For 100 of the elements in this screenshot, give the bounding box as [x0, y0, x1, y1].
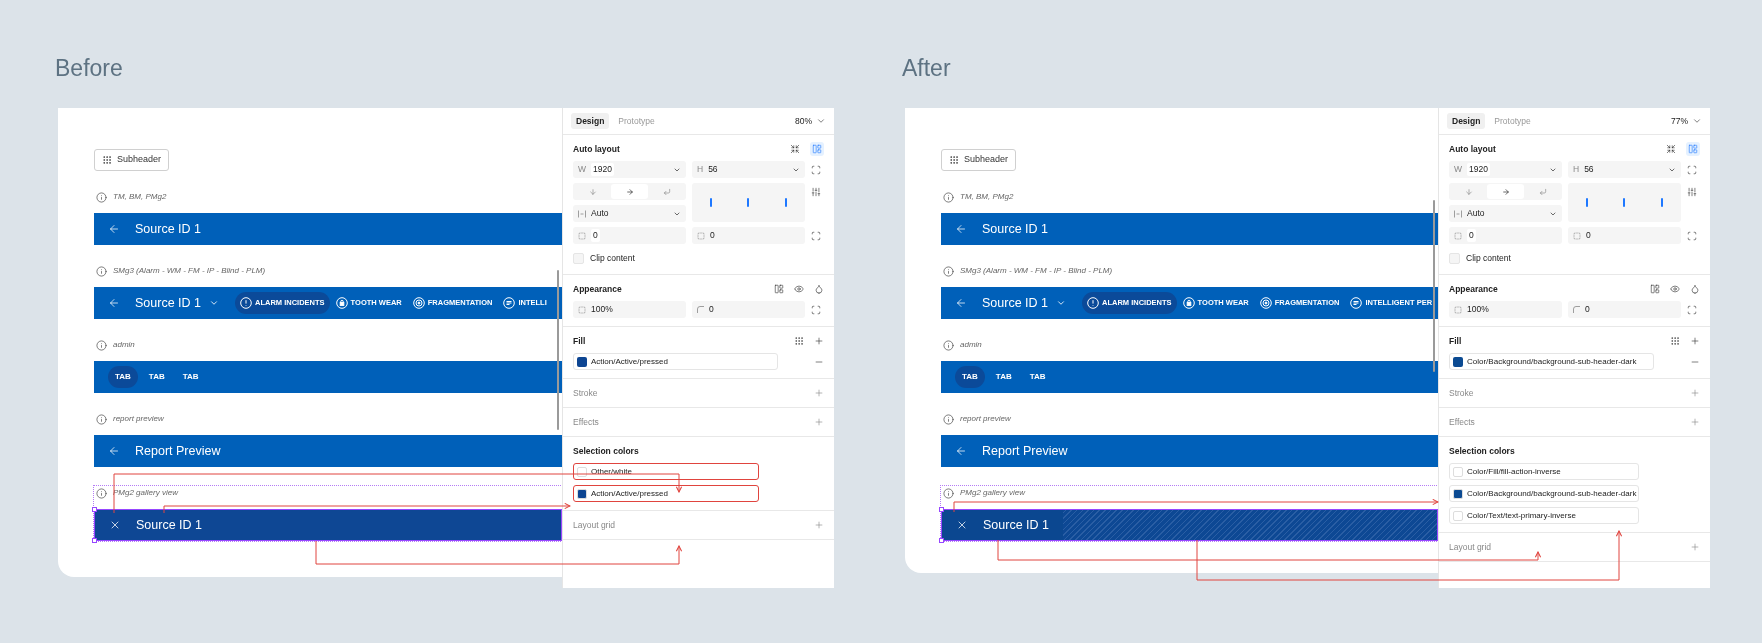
info-icon — [96, 413, 107, 425]
corners-icon[interactable] — [811, 304, 821, 315]
component-chip[interactable]: Subheader — [94, 149, 170, 171]
gap-icon — [578, 231, 586, 240]
color-style-field[interactable]: Other/white — [573, 463, 759, 480]
scrollbar[interactable] — [557, 270, 559, 430]
opacity-icon — [578, 305, 586, 314]
close-icon[interactable] — [109, 519, 121, 531]
lock-icon — [335, 297, 348, 309]
plus-icon[interactable] — [814, 520, 824, 530]
info-icon — [96, 339, 107, 351]
plus-icon[interactable] — [1690, 417, 1700, 427]
chevron-down-icon[interactable] — [209, 298, 219, 308]
eye-icon[interactable] — [1670, 284, 1680, 294]
info-icon — [96, 487, 107, 499]
styles-icon[interactable] — [794, 336, 804, 346]
color-style-field[interactable]: Color/Fill/fill-action-inverse — [1449, 463, 1639, 480]
section-title: Effects — [573, 415, 599, 429]
resize-handle[interactable] — [92, 507, 97, 512]
mode-icon[interactable] — [774, 284, 784, 294]
color-style-field[interactable]: Action/Active/pressed — [573, 485, 759, 502]
resize-handle[interactable] — [92, 538, 97, 543]
checkbox[interactable] — [1449, 252, 1460, 264]
list-icon — [1350, 297, 1363, 309]
sliders-icon[interactable] — [811, 186, 821, 197]
variant-note: report preview — [113, 413, 164, 425]
panel-tab[interactable]: Design — [571, 112, 610, 130]
section-title: Fill — [573, 334, 586, 348]
zoom-level[interactable]: 77% — [1671, 114, 1688, 128]
sizing-field[interactable]: Auto — [573, 205, 686, 222]
height-field[interactable]: H 56 — [1568, 161, 1681, 178]
sizing-field[interactable]: Auto — [1449, 205, 1562, 222]
plus-icon[interactable] — [1690, 336, 1700, 346]
tab[interactable]: TAB — [175, 366, 206, 388]
resize-icon[interactable] — [1687, 164, 1697, 175]
header-title: Report Preview — [135, 442, 221, 460]
fill-style-field[interactable]: Color/Background/background-sub-header-dark — [1449, 353, 1654, 370]
radius-field[interactable]: 0 — [1568, 301, 1681, 318]
resize-handle[interactable] — [939, 538, 944, 543]
padding-field[interactable]: 0 — [1568, 227, 1681, 244]
resize-icon[interactable] — [811, 164, 821, 175]
opacity-field[interactable]: 100% — [573, 301, 686, 318]
back-arrow-icon[interactable] — [108, 223, 120, 235]
gap-field[interactable]: 0 — [1449, 227, 1562, 244]
corners-icon[interactable] — [1687, 304, 1697, 315]
tab[interactable]: TAB — [108, 366, 138, 388]
back-arrow-icon[interactable] — [955, 223, 967, 235]
plus-icon[interactable] — [1690, 542, 1700, 552]
padding-icon[interactable] — [1687, 230, 1697, 241]
back-arrow-icon[interactable] — [955, 445, 967, 457]
plus-icon[interactable] — [814, 388, 824, 398]
variant-note: SMg3 (Alarm - WM - FM - IP - Blind - PLM) — [960, 265, 1113, 277]
tab[interactable]: TAB — [1022, 366, 1053, 388]
checkbox-label: Clip content — [590, 251, 635, 265]
plus-icon[interactable] — [1690, 388, 1700, 398]
tab[interactable]: TAB — [988, 366, 1019, 388]
color-style-field[interactable]: Color/Text/text-primary-inverse — [1449, 507, 1639, 524]
gap-icon — [1454, 231, 1462, 240]
back-arrow-icon[interactable] — [108, 445, 120, 457]
layout-icon[interactable] — [810, 142, 824, 156]
back-arrow-icon[interactable] — [955, 297, 967, 309]
mode-icon[interactable] — [1650, 284, 1660, 294]
panel-tab[interactable]: Design — [1447, 112, 1486, 130]
fill-style-field[interactable]: Action/Active/pressed — [573, 353, 778, 370]
padding-icon[interactable] — [811, 230, 821, 241]
back-arrow-icon[interactable] — [108, 297, 120, 309]
scrollbar[interactable] — [1433, 200, 1435, 372]
component-chip[interactable]: Subheader — [941, 149, 1017, 171]
resize-handle[interactable] — [939, 507, 944, 512]
height-field[interactable]: H 56 — [692, 161, 805, 178]
info-icon — [943, 191, 954, 203]
tab[interactable]: TAB — [141, 366, 172, 388]
close-icon[interactable] — [956, 519, 968, 531]
droplet-icon[interactable] — [814, 284, 824, 294]
tab[interactable]: TAB — [955, 366, 985, 388]
lock-icon — [1182, 297, 1195, 309]
header-title: Source ID 1 — [136, 516, 202, 534]
gap-field[interactable]: 0 — [573, 227, 686, 244]
droplet-icon[interactable] — [1690, 284, 1700, 294]
chevron-down-icon[interactable] — [1692, 116, 1702, 126]
variant-note: SMg3 (Alarm - WM - FM - IP - Blind - PLM) — [113, 265, 266, 277]
color-style-field[interactable]: Color/Background/background-sub-header-dark — [1449, 485, 1639, 502]
opacity-field[interactable]: 100% — [1449, 301, 1562, 318]
styles-icon[interactable] — [1670, 336, 1680, 346]
layout-icon[interactable] — [1686, 142, 1700, 156]
plus-icon[interactable] — [814, 417, 824, 427]
width-field[interactable]: W 1920 — [573, 161, 686, 178]
eye-icon[interactable] — [794, 284, 804, 294]
radius-field[interactable]: 0 — [692, 301, 805, 318]
chevron-down-icon[interactable] — [1056, 298, 1066, 308]
shrink-icon[interactable] — [790, 144, 800, 154]
checkbox[interactable] — [573, 252, 584, 264]
sliders-icon[interactable] — [1687, 186, 1697, 197]
zoom-level[interactable]: 80% — [795, 114, 812, 128]
plus-icon[interactable] — [814, 336, 824, 346]
padding-field[interactable]: 0 — [692, 227, 805, 244]
shrink-icon[interactable] — [1666, 144, 1676, 154]
arrow-right-icon — [625, 187, 634, 196]
chevron-down-icon[interactable] — [816, 116, 826, 126]
width-field[interactable]: W 1920 — [1449, 161, 1562, 178]
